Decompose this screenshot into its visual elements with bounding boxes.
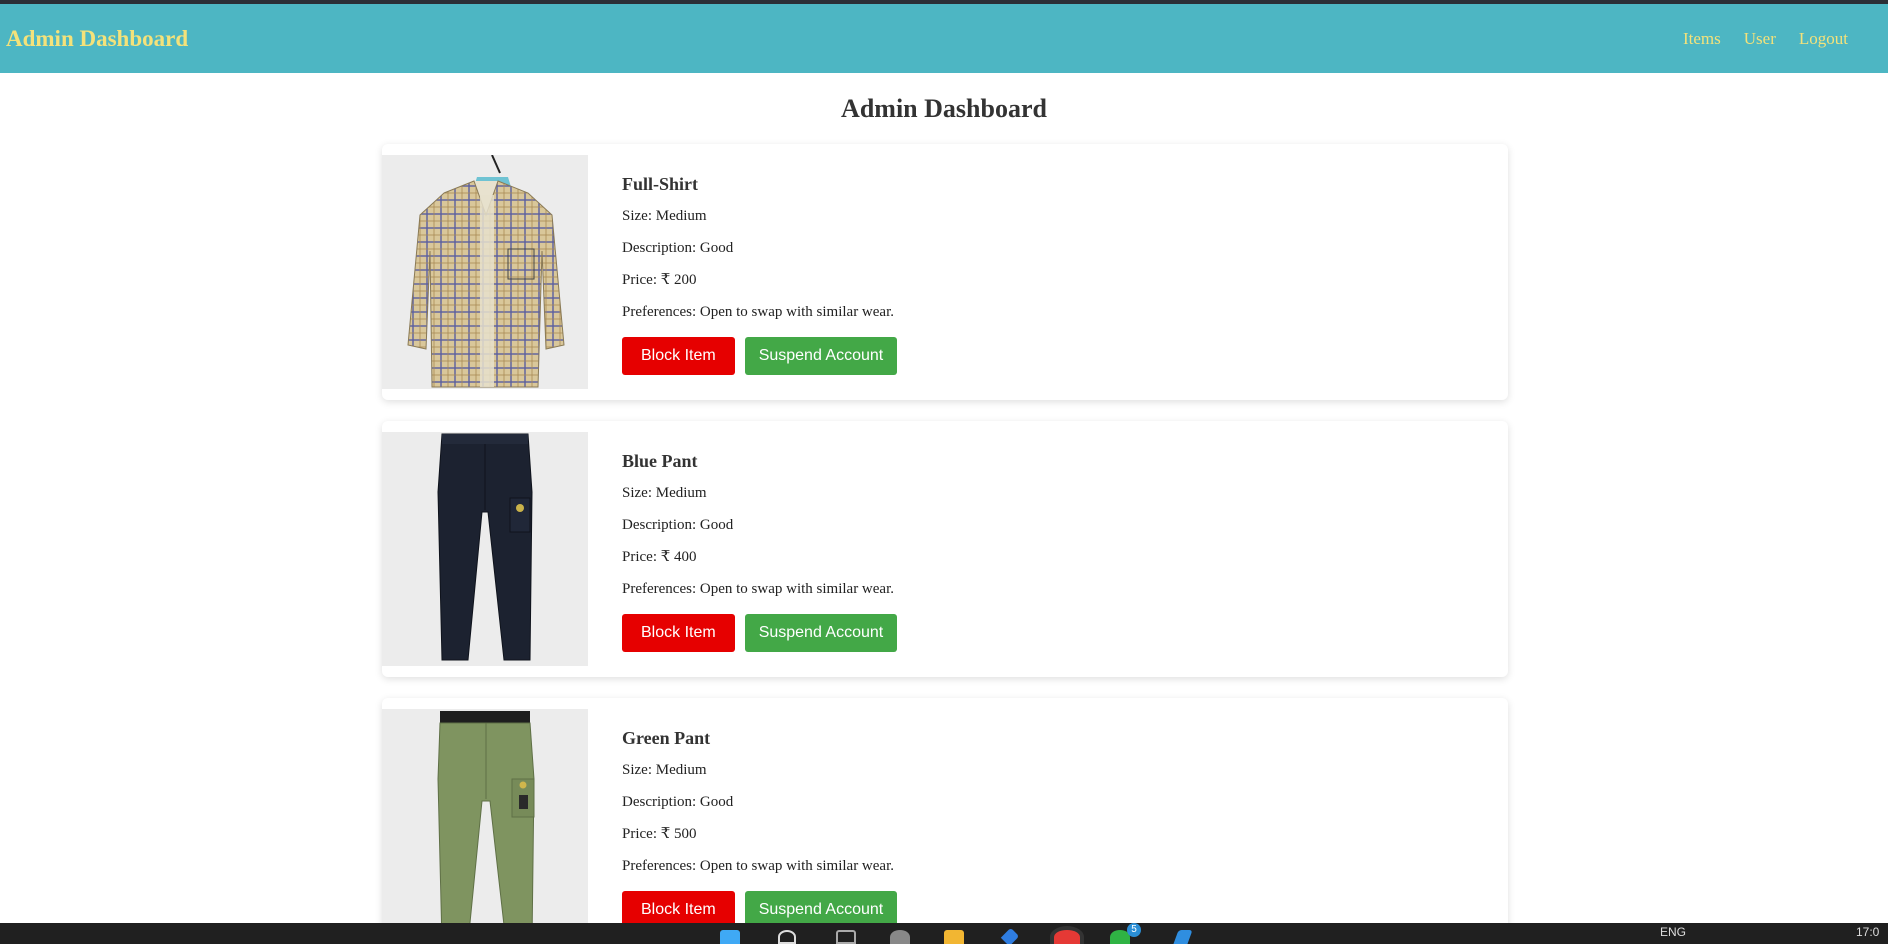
os-taskbar: 5 ENG 17:0 (0, 923, 1888, 944)
nav-link-user[interactable]: User (1744, 29, 1776, 49)
item-description: Description: Good (622, 517, 734, 533)
item-preferences: Preferences: Open to swap with similar w… (622, 304, 894, 320)
store-icon[interactable] (1000, 927, 1020, 944)
item-actions: Block Item Suspend Account (622, 614, 898, 652)
block-item-button[interactable]: Block Item (622, 614, 735, 652)
item-size: Size: Medium (622, 762, 707, 778)
item-name: Full-Shirt (622, 174, 699, 194)
widgets-icon[interactable] (890, 930, 910, 944)
navbar: Admin Dashboard Items User Logout (0, 4, 1888, 73)
item-image (382, 432, 588, 666)
item-price: Price: ₹ 400 (622, 549, 697, 565)
item-description: Description: Good (622, 240, 734, 256)
item-preferences: Preferences: Open to swap with similar w… (622, 858, 894, 874)
item-price: Price: ₹ 500 (622, 826, 697, 842)
nav-link-items[interactable]: Items (1683, 29, 1721, 49)
item-description: Description: Good (622, 794, 734, 810)
item-card: Full-Shirt Size: Medium Description: Goo… (382, 144, 1508, 400)
item-name: Green Pant (622, 728, 711, 748)
chrome-icon[interactable] (1054, 930, 1080, 944)
item-size: Size: Medium (622, 208, 707, 224)
file-explorer-icon[interactable] (944, 930, 964, 944)
item-image (382, 709, 588, 943)
item-preferences: Preferences: Open to swap with similar w… (622, 581, 894, 597)
item-image (382, 155, 588, 389)
item-actions: Block Item Suspend Account (622, 337, 898, 375)
item-card: Blue Pant Size: Medium Description: Good… (382, 421, 1508, 677)
block-item-button[interactable]: Block Item (622, 337, 735, 375)
suspend-account-button[interactable]: Suspend Account (744, 614, 898, 652)
language-indicator[interactable]: ENG (1660, 925, 1686, 939)
item-price: Price: ₹ 200 (622, 272, 697, 288)
nav-link-logout[interactable]: Logout (1799, 29, 1848, 49)
brand-link[interactable]: Admin Dashboard (6, 26, 188, 52)
page-title: Admin Dashboard (841, 94, 1047, 123)
clock[interactable]: 17:0 (1856, 925, 1879, 939)
item-name: Blue Pant (622, 451, 698, 471)
vscode-icon[interactable] (1173, 930, 1193, 944)
item-info: Full-Shirt Size: Medium Description: Goo… (622, 174, 898, 375)
nav-links: Items User Logout (1660, 29, 1848, 49)
notification-badge: 5 (1127, 923, 1141, 937)
search-icon[interactable] (778, 930, 796, 944)
plaid-shirt-image (382, 155, 588, 389)
item-card: Green Pant Size: Medium Description: Goo… (382, 698, 1508, 944)
navy-cargo-pant-image (382, 432, 588, 666)
item-info: Blue Pant Size: Medium Description: Good… (622, 451, 898, 652)
task-view-icon[interactable] (836, 930, 856, 944)
item-info: Green Pant Size: Medium Description: Goo… (622, 728, 898, 929)
olive-cargo-pant-image (382, 709, 588, 943)
item-size: Size: Medium (622, 485, 707, 501)
windows-start-icon[interactable] (720, 930, 740, 944)
suspend-account-button[interactable]: Suspend Account (744, 337, 898, 375)
